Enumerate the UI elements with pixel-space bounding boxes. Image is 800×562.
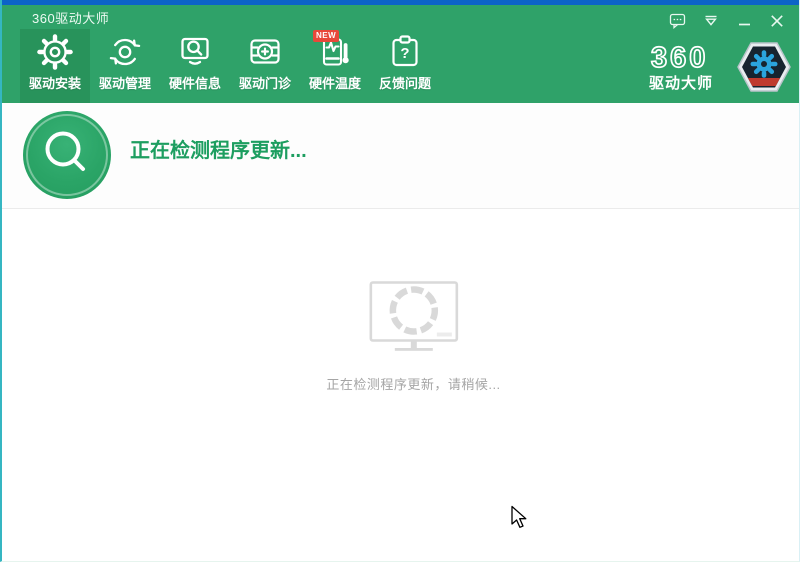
nav-label: 驱动管理 [99,73,151,92]
nav-item-hardware-info[interactable]: 硬件信息 [160,29,230,103]
window-controls [668,13,787,29]
brand-logo: 360 驱动大师 [649,38,793,96]
monitor-search-icon [175,32,215,72]
nav-item-feedback[interactable]: ? 反馈问题 [370,29,440,103]
close-icon[interactable] [767,13,787,29]
nav-item-driver-manage[interactable]: 驱动管理 [90,29,160,103]
header: 360 驱动大师 [2,5,799,103]
search-spinner-badge [23,111,111,199]
mouse-cursor-icon [510,505,530,529]
svg-text:360: 360 [651,43,708,71]
logo-text: 360 驱动大师 [649,43,731,91]
nav-item-hardware-temperature[interactable]: NEW 硬件温度 [300,29,370,103]
nav-label: 驱动门诊 [239,73,291,92]
nav-label: 反馈问题 [379,73,431,92]
svg-text:?: ? [400,45,409,62]
app-window: 360 驱动大师 [0,0,800,562]
hex-gear-badge-icon [735,38,793,96]
nav-label: 驱动安装 [29,73,81,92]
status-strip: 正在检测程序更新... [2,103,799,209]
question-clipboard-icon: ? [385,32,425,72]
logo-product-name: 驱动大师 [649,76,731,91]
search-icon [23,111,111,199]
nav-label: 硬件信息 [169,73,221,92]
message-icon[interactable] [668,13,688,29]
checking-update-block: 正在检测程序更新，请稍候... [326,280,500,393]
main-content: 正在检测程序更新，请稍候... [2,209,799,561]
nav-item-driver-clinic[interactable]: 驱动门诊 [230,29,300,103]
minimize-icon[interactable] [734,13,754,29]
refresh-icon [105,32,145,72]
nav-item-driver-install[interactable]: 驱动安装 [20,29,90,103]
window-title: 360驱动大师 [32,8,109,27]
new-badge: NEW [313,30,339,42]
wait-message: 正在检测程序更新，请稍候... [326,374,500,393]
titlebar: 360驱动大师 [2,5,799,29]
gear-icon [35,32,75,72]
logo-brand-360: 360 [649,43,731,71]
status-message: 正在检测程序更新... [130,134,307,163]
nav-label: 硬件温度 [309,73,361,92]
first-aid-icon [245,32,285,72]
dropdown-icon[interactable] [701,13,721,29]
monitor-loading-icon [368,280,460,352]
